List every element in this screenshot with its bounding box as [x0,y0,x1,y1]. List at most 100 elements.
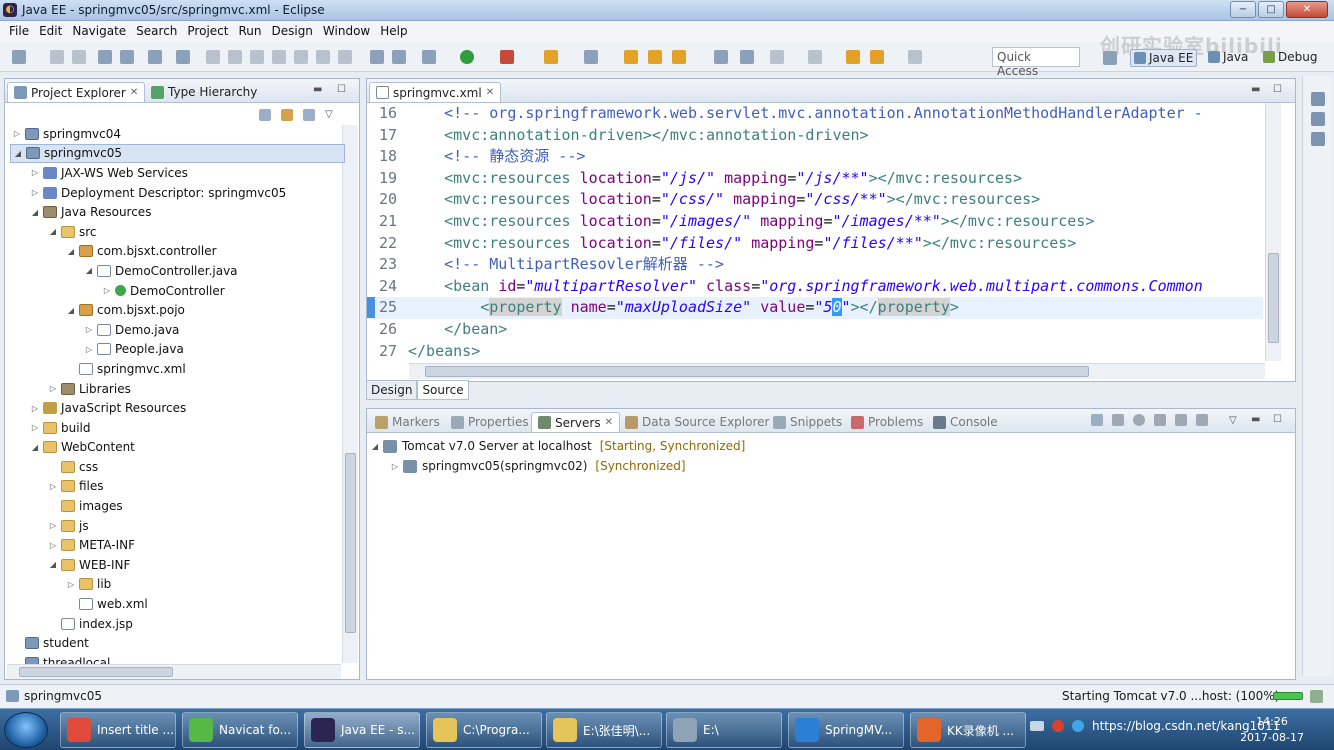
tab-properties[interactable]: Properties [445,412,535,432]
tree-item[interactable]: ◢ src [10,222,345,242]
menu-edit[interactable]: Edit [34,21,67,42]
collapse-arrow-icon[interactable]: ◢ [66,247,76,256]
tree-item[interactable]: ▷ META-INF [10,535,345,555]
debug-icon[interactable] [500,50,514,64]
view-menu-icon[interactable]: ▽ [1229,415,1237,426]
toggle-icon[interactable] [370,50,384,64]
menu-window[interactable]: Window [318,21,375,42]
tree-item[interactable]: ◢ com.bjsxt.pojo [10,300,345,320]
minimize-editor-icon[interactable]: ▬ [1251,84,1260,95]
tree-item[interactable]: css [10,457,345,477]
collapse-all-icon[interactable] [259,109,271,121]
collapse-icon[interactable] [1091,414,1103,426]
next-annotation-icon[interactable] [770,50,784,64]
tree-item[interactable]: student [10,633,345,653]
skip-breakpoints-icon[interactable] [176,50,190,64]
collapse-arrow-icon[interactable]: ◢ [66,306,76,315]
expand-arrow-icon[interactable]: ▷ [48,541,58,550]
code-line[interactable]: 23 <!-- MultipartResovler解析器 --> [367,254,1263,276]
tree-item[interactable]: ◢ WebContent [10,438,345,458]
code-line[interactable]: 16 <!-- org.springframework.web.servlet.… [367,103,1263,125]
code-line[interactable]: 24 <bean id="multipartResolver" class="o… [367,276,1263,298]
taskbar-item[interactable]: KK录像机 ... [910,712,1026,748]
open-perspective-icon[interactable] [1103,51,1117,65]
expand-arrow-icon[interactable]: ▷ [390,462,400,471]
tree-item[interactable]: ▷ Demo.java [10,320,345,340]
taskbar-item[interactable]: E:\ [666,712,782,748]
tree-item[interactable]: ◢ WEB-INF [10,555,345,575]
scrollbar-thumb[interactable] [345,453,356,633]
collapse-arrow-icon[interactable]: ◢ [30,443,40,452]
tree-item[interactable]: ◢ DemoController.java [10,261,345,281]
expand-arrow-icon[interactable]: ▷ [48,482,58,491]
taskbar-item[interactable]: SpringMV... [788,712,904,748]
close-tab-icon[interactable]: ✕ [486,87,494,98]
search-icon[interactable] [672,50,686,64]
tab-source[interactable]: Source [417,380,469,400]
taskbar-item[interactable]: Navicat fo... [182,712,298,748]
tab-markers[interactable]: Markers [369,412,446,432]
tab-servers[interactable]: Servers ✕ [531,412,620,432]
close-tab-icon[interactable]: ✕ [130,87,138,98]
external-tools-icon[interactable] [584,50,598,64]
menu-design[interactable]: Design [266,21,317,42]
tree-item[interactable]: ▷ DemoController [10,281,345,301]
tree-item[interactable]: ▷ Deployment Descriptor: springmvc05 [10,183,345,203]
collapse-arrow-icon[interactable]: ◢ [13,149,23,158]
open-type-icon[interactable] [648,50,662,64]
save-icon[interactable] [50,50,64,64]
perspective-java[interactable]: Java [1205,49,1251,65]
publish-icon[interactable] [1196,414,1208,426]
minimize-panel-icon[interactable]: ▬ [313,84,322,95]
step-into-icon[interactable] [294,50,308,64]
explorer-horizontal-scrollbar[interactable] [7,664,341,679]
tray-app-icon[interactable] [1052,720,1064,732]
tree-item[interactable]: images [10,496,345,516]
tab-design[interactable]: Design [366,380,418,400]
close-button[interactable]: ✕ [1286,1,1328,18]
print-icon[interactable] [98,50,112,64]
menu-search[interactable]: Search [131,21,182,42]
copy-icon[interactable] [120,50,134,64]
mark-occurrences-icon[interactable] [740,50,754,64]
tree-item[interactable]: index.jsp [10,614,345,634]
expand-arrow-icon[interactable]: ▷ [48,384,58,393]
perspective-java-ee[interactable]: Java EE [1130,49,1198,67]
step-return-icon[interactable] [338,50,352,64]
taskbar-item[interactable]: C:\Progra... [426,712,542,748]
code-line[interactable]: 25 <property name="maxUploadSize" value=… [367,297,1263,319]
editor-horizontal-scrollbar[interactable] [409,363,1265,379]
tree-item[interactable]: ▷ springmvc04 [10,124,345,144]
tab-springmvc-xml[interactable]: springmvc.xml ✕ [369,82,502,102]
restore-icon[interactable] [1311,92,1325,106]
tree-item[interactable]: ◢ com.bjsxt.controller [10,242,345,262]
code-line[interactable]: 17 <mvc:annotation-driven></mvc:annotati… [367,125,1263,147]
expand-arrow-icon[interactable]: ▷ [84,325,94,334]
resume-icon[interactable] [206,50,220,64]
expand-arrow-icon[interactable]: ▷ [84,345,94,354]
maximize-button[interactable]: □ [1258,1,1284,18]
server-row[interactable]: ▷ springmvc05(springmvc02) [Synchronized] [370,456,745,476]
taskbar-item[interactable]: Insert title ... [60,712,176,748]
code-line[interactable]: 18 <!-- 静态资源 --> [367,146,1263,168]
expand-arrow-icon[interactable]: ▷ [30,423,40,432]
stop-server-icon[interactable] [1175,414,1187,426]
maximize-editor-icon[interactable]: ☐ [1273,84,1282,95]
scrollbar-thumb[interactable] [1268,253,1279,343]
collapse-arrow-icon[interactable]: ◢ [84,266,94,275]
maximize-panel-icon[interactable]: ☐ [337,84,346,95]
show-desktop-icon[interactable] [1030,721,1044,731]
terminate-icon[interactable] [250,50,264,64]
filter-icon[interactable] [303,109,315,121]
terminal-icon[interactable] [148,50,162,64]
tree-item[interactable]: ▷ js [10,516,345,536]
menu-file[interactable]: File [4,21,34,42]
editor-vertical-scrollbar[interactable] [1265,103,1281,361]
tray-qq-icon[interactable] [1072,720,1084,732]
new-icon[interactable] [12,50,26,64]
tab-data-source-explorer[interactable]: Data Source Explorer [619,412,775,432]
tree-item[interactable]: ▷ build [10,418,345,438]
tab-snippets[interactable]: Snippets [767,412,848,432]
tree-item[interactable]: ▷ Libraries [10,379,345,399]
minimize-button[interactable]: − [1230,1,1256,18]
